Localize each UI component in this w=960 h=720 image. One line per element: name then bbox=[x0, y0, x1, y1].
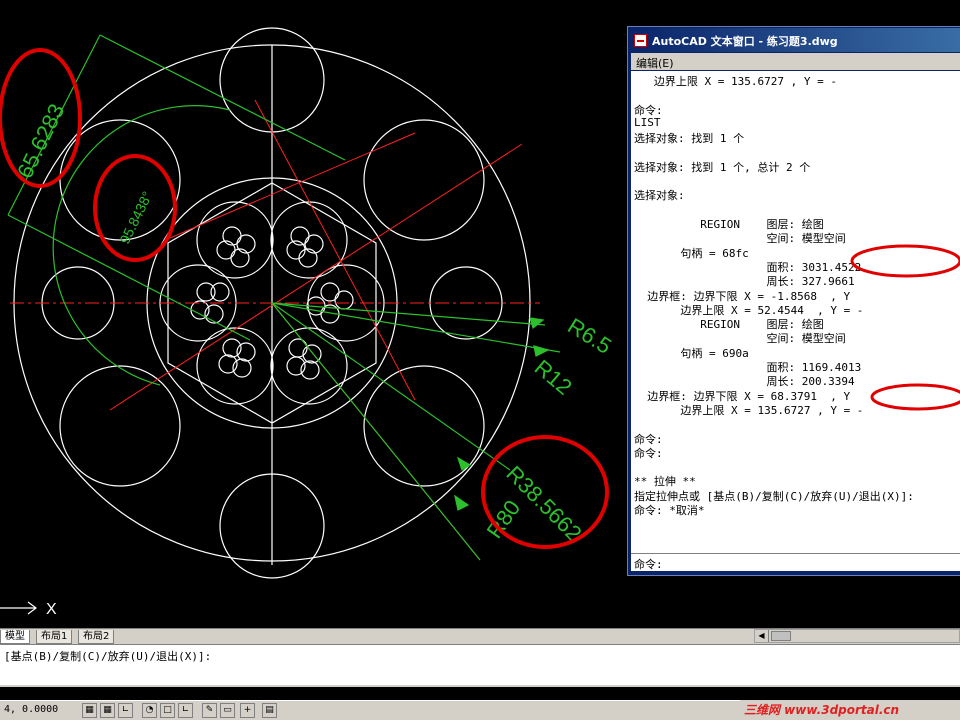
centerlines bbox=[10, 99, 540, 561]
text-window-line: 命令: *取消* bbox=[634, 504, 705, 517]
dim-r12[interactable]: R12 bbox=[530, 355, 577, 400]
menu-edit[interactable]: 编辑(E) bbox=[636, 55, 674, 71]
text-window-line: 命令: bbox=[634, 446, 663, 460]
petal-4 bbox=[270, 327, 348, 405]
text-window-titlebar[interactable]: AutoCAD 文本窗口 - 练习题3.dwg bbox=[629, 28, 960, 52]
snap-icon[interactable]: ▦ bbox=[82, 703, 97, 718]
command-line-text: [基点(B)/复制(C)/放弃(U)/退出(X)]: bbox=[4, 650, 212, 663]
text-window-prompt[interactable]: 命令: bbox=[631, 553, 960, 571]
text-window-menubar: 编辑(E) bbox=[631, 53, 960, 70]
prompt-label: 命令: bbox=[634, 558, 663, 571]
otrack-icon[interactable]: ∟ bbox=[178, 703, 193, 718]
text-window-line: 边界上限 X = 135.6727 , Y = - bbox=[634, 403, 864, 417]
scroll-left-icon[interactable]: ◀ bbox=[755, 630, 769, 642]
text-window-line: 边界上限 X = 135.6727 , Y = - bbox=[634, 75, 837, 88]
text-window-line: 选择对象: bbox=[634, 189, 685, 203]
osnap-icon[interactable]: □ bbox=[160, 703, 175, 718]
dim-r6-5[interactable]: R6.5 bbox=[563, 313, 616, 359]
ucs-x-label: X bbox=[46, 601, 57, 618]
text-window-line: LIST bbox=[634, 115, 661, 129]
text-window-line: 选择对象: 找到 1 个 bbox=[634, 132, 745, 146]
scroll-thumb[interactable] bbox=[771, 631, 791, 641]
text-window-body[interactable]: 边界上限 X = 135.6727 , Y = - 命令: LIST 选择对象: 找到… bbox=[631, 71, 960, 567]
horizontal-scrollbar[interactable]: ◀ bbox=[754, 629, 960, 643]
coordinate-readout: 4, 0.0000 bbox=[4, 704, 59, 715]
dim-r80[interactable]: R80 bbox=[482, 495, 526, 542]
tab-model[interactable]: 模型 bbox=[0, 630, 30, 644]
ucs-icon bbox=[0, 601, 37, 615]
text-window-title: AutoCAD 文本窗口 - 练习题3.dwg bbox=[652, 35, 838, 48]
ortho-icon[interactable]: ∟ bbox=[118, 703, 133, 718]
dyn-icon[interactable]: ▭ bbox=[220, 703, 235, 718]
polar-icon[interactable]: ◔ bbox=[142, 703, 157, 718]
autocad-icon bbox=[634, 34, 647, 47]
command-line[interactable]: [基点(B)/复制(C)/放弃(U)/退出(X)]: bbox=[0, 644, 960, 687]
lobe-bl bbox=[59, 365, 181, 487]
grid-icon[interactable]: ▦ bbox=[100, 703, 115, 718]
tab-layout1[interactable]: 布局1 bbox=[36, 630, 73, 644]
text-window[interactable]: AutoCAD 文本窗口 - 练习题3.dwg 编辑(E) 边界上限 X = 1… bbox=[627, 26, 960, 576]
tab-layout2[interactable]: 布局2 bbox=[78, 630, 115, 644]
model-icon[interactable]: ▤ bbox=[262, 703, 277, 718]
lwt-icon[interactable]: + bbox=[240, 703, 255, 718]
text-window-line: 选择对象: 找到 1 个, 总计 2 个 bbox=[634, 160, 811, 174]
ducs-icon[interactable]: ✎ bbox=[202, 703, 217, 718]
watermark: 三维网 www.3dportal.cn bbox=[740, 700, 960, 720]
